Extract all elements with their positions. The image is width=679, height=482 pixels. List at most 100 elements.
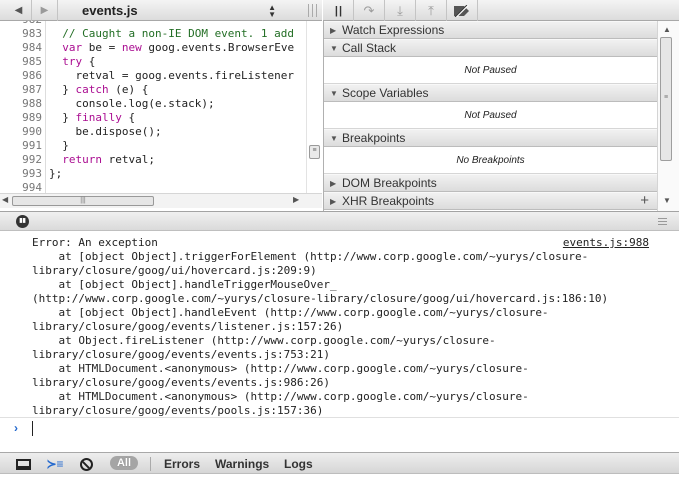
separator — [150, 457, 151, 471]
file-select-label: events.js — [82, 3, 138, 18]
triangle-right-icon: ▶ — [330, 26, 337, 35]
back-arrow-icon[interactable]: ◀ — [6, 0, 32, 21]
code-line[interactable]: 994 — [0, 181, 322, 193]
section-header[interactable]: ▼ Scope Variables — [324, 84, 657, 102]
sidebar-vertical-scrollbar[interactable]: ▲ ≡ ▼ — [657, 21, 679, 211]
sources-panel: ◀ ▶ events.js ▲▼ 982983 // Caught a non-… — [0, 0, 679, 211]
code-text: console.log(e.stack); — [49, 97, 215, 110]
line-number[interactable]: 984 — [0, 41, 42, 55]
code-line[interactable]: 987 } catch (e) { — [0, 83, 322, 97]
debugger-toolbar: | | ↷ ⤓ ⤒ — [323, 0, 679, 21]
console-divider — [0, 417, 679, 418]
stack-frame-line: library/closure/goog/ui/hovercard.js:209… — [32, 264, 317, 277]
code-line[interactable]: 990 be.dispose(); — [0, 125, 322, 139]
code-line[interactable]: 984 var be = new goog.events.BrowserEve — [0, 41, 322, 55]
stack-frame-line: library/closure/goog/events/events.js:75… — [32, 348, 331, 361]
code-line[interactable]: 983 // Caught a non-IE DOM event. 1 add — [0, 27, 322, 41]
code-line[interactable]: 986 retval = goog.events.fireListener — [0, 69, 322, 83]
code-text: } catch (e) { — [49, 83, 149, 96]
stack-frame-line: library/closure/goog/events/listener.js:… — [32, 320, 344, 333]
console-icon[interactable]: ≻≡ — [44, 456, 66, 472]
stack-frame-line: at HTMLDocument.<anonymous> (http://www.… — [32, 362, 529, 375]
scroll-thumb-icon[interactable]: ≡ — [660, 37, 672, 161]
console-message: Error: An exception at [object Object].t… — [0, 236, 679, 418]
line-number[interactable]: 985 — [0, 55, 42, 69]
section-body: No Breakpoints — [324, 147, 657, 174]
step-into-icon[interactable]: ⤓ — [385, 0, 416, 21]
filter-errors-button[interactable]: Errors — [164, 456, 200, 472]
clear-console-icon[interactable] — [76, 456, 96, 472]
step-over-icon[interactable]: ↷ — [354, 0, 385, 21]
code-line[interactable]: 989 } finally { — [0, 111, 322, 125]
stack-frame-line: at [object Object].triggerForElement (ht… — [32, 250, 589, 263]
step-out-icon[interactable]: ⤒ — [416, 0, 447, 21]
code-line[interactable]: 992 return retval; — [0, 153, 322, 167]
stack-frame-line: at [object Object].handleTriggerMouseOve… — [32, 278, 337, 291]
gutter-divider — [45, 21, 46, 193]
line-number[interactable]: 994 — [0, 181, 42, 193]
code-text: } finally { — [49, 111, 136, 124]
console-output: Error: An exception at [object Object].t… — [0, 231, 679, 421]
section-title: Breakpoints — [342, 131, 406, 145]
code-line[interactable]: 993}; — [0, 167, 322, 181]
scroll-up-icon[interactable]: ▲ — [663, 25, 671, 34]
stack-frame-line: at HTMLDocument.<anonymous> (http://www.… — [32, 390, 529, 403]
dock-icon[interactable] — [13, 456, 33, 472]
filter-warnings-button[interactable]: Warnings — [215, 456, 269, 472]
line-number[interactable]: 988 — [0, 97, 42, 111]
scroll-thumb-icon[interactable]: ≡ — [309, 145, 320, 159]
file-select[interactable]: events.js ▲ ▼ — [70, 1, 282, 20]
line-number[interactable]: 991 — [0, 139, 42, 153]
console-input[interactable] — [32, 422, 632, 437]
triangle-right-icon: ▶ — [330, 179, 337, 188]
code-text: try { — [62, 55, 96, 68]
updown-arrows-icon: ▲ ▼ — [268, 2, 276, 19]
scroll-thumb-icon[interactable]: ||| — [12, 196, 154, 206]
source-horizontal-scrollbar[interactable]: ◀ ||| ▶ — [0, 193, 322, 208]
code-editor[interactable]: 982983 // Caught a non-IE DOM event. 1 a… — [0, 21, 322, 193]
pause-icon[interactable]: | | — [323, 0, 354, 21]
scroll-left-icon[interactable]: ◀ — [2, 195, 8, 204]
line-number[interactable]: 987 — [0, 83, 42, 97]
line-number[interactable]: 992 — [0, 153, 42, 167]
code-line[interactable]: 988 console.log(e.stack); — [0, 97, 322, 111]
source-vertical-scrollbar[interactable]: ≡ — [306, 21, 322, 193]
message-source-link[interactable]: events.js:988 — [563, 236, 649, 250]
filter-logs-button[interactable]: Logs — [284, 456, 313, 472]
section-header[interactable]: ▼ Call Stack — [324, 39, 657, 57]
console-resizer[interactable]: ▮▮ — [0, 211, 679, 231]
code-line[interactable]: 991 } — [0, 139, 322, 153]
splitter-grip-icon[interactable] — [308, 4, 317, 17]
code-text: } — [49, 139, 69, 152]
add-icon[interactable]: + — [640, 192, 649, 209]
line-number[interactable]: 993 — [0, 167, 42, 181]
code-text: be.dispose(); — [49, 125, 162, 138]
code-text: retval = goog.events.fireListener — [49, 69, 295, 82]
scroll-right-icon[interactable]: ▶ — [293, 195, 299, 204]
triangle-down-icon: ▼ — [330, 44, 338, 53]
stack-frame-line: library/closure/goog/events/pools.js:157… — [32, 404, 324, 417]
section-header[interactable]: ▼ Breakpoints — [324, 129, 657, 147]
section-header[interactable]: ▶ DOM Breakpoints — [324, 174, 657, 192]
stack-frame-line: at Object.fireListener (http://www.corp.… — [32, 334, 496, 347]
forward-arrow-icon[interactable]: ▶ — [32, 0, 58, 21]
triangle-down-icon: ▼ — [330, 89, 338, 98]
text-caret — [32, 421, 33, 436]
filter-all-button[interactable]: All — [110, 456, 138, 470]
code-line[interactable]: 985 try { — [0, 55, 322, 69]
scroll-down-icon[interactable]: ▼ — [663, 196, 671, 205]
stack-frame-line: (http://www.corp.google.com/~yurys/closu… — [32, 292, 609, 305]
section-title: XHR Breakpoints — [342, 194, 435, 208]
line-number[interactable]: 989 — [0, 111, 42, 125]
line-number[interactable]: 990 — [0, 125, 42, 139]
line-number[interactable]: 986 — [0, 69, 42, 83]
triangle-right-icon: ▶ — [330, 197, 337, 206]
resize-grip-icon[interactable] — [658, 218, 667, 225]
section-header[interactable]: ▶ Watch Expressions — [324, 21, 657, 39]
deactivate-breakpoints-icon[interactable] — [447, 0, 478, 21]
section-header[interactable]: ▶ XHR Breakpoints + — [324, 192, 657, 210]
stack-frame-line: library/closure/goog/events/events.js:98… — [32, 376, 331, 389]
pause-on-exceptions-icon[interactable]: ▮▮ — [16, 215, 29, 228]
section-title: Call Stack — [342, 41, 397, 55]
line-number[interactable]: 983 — [0, 27, 42, 41]
